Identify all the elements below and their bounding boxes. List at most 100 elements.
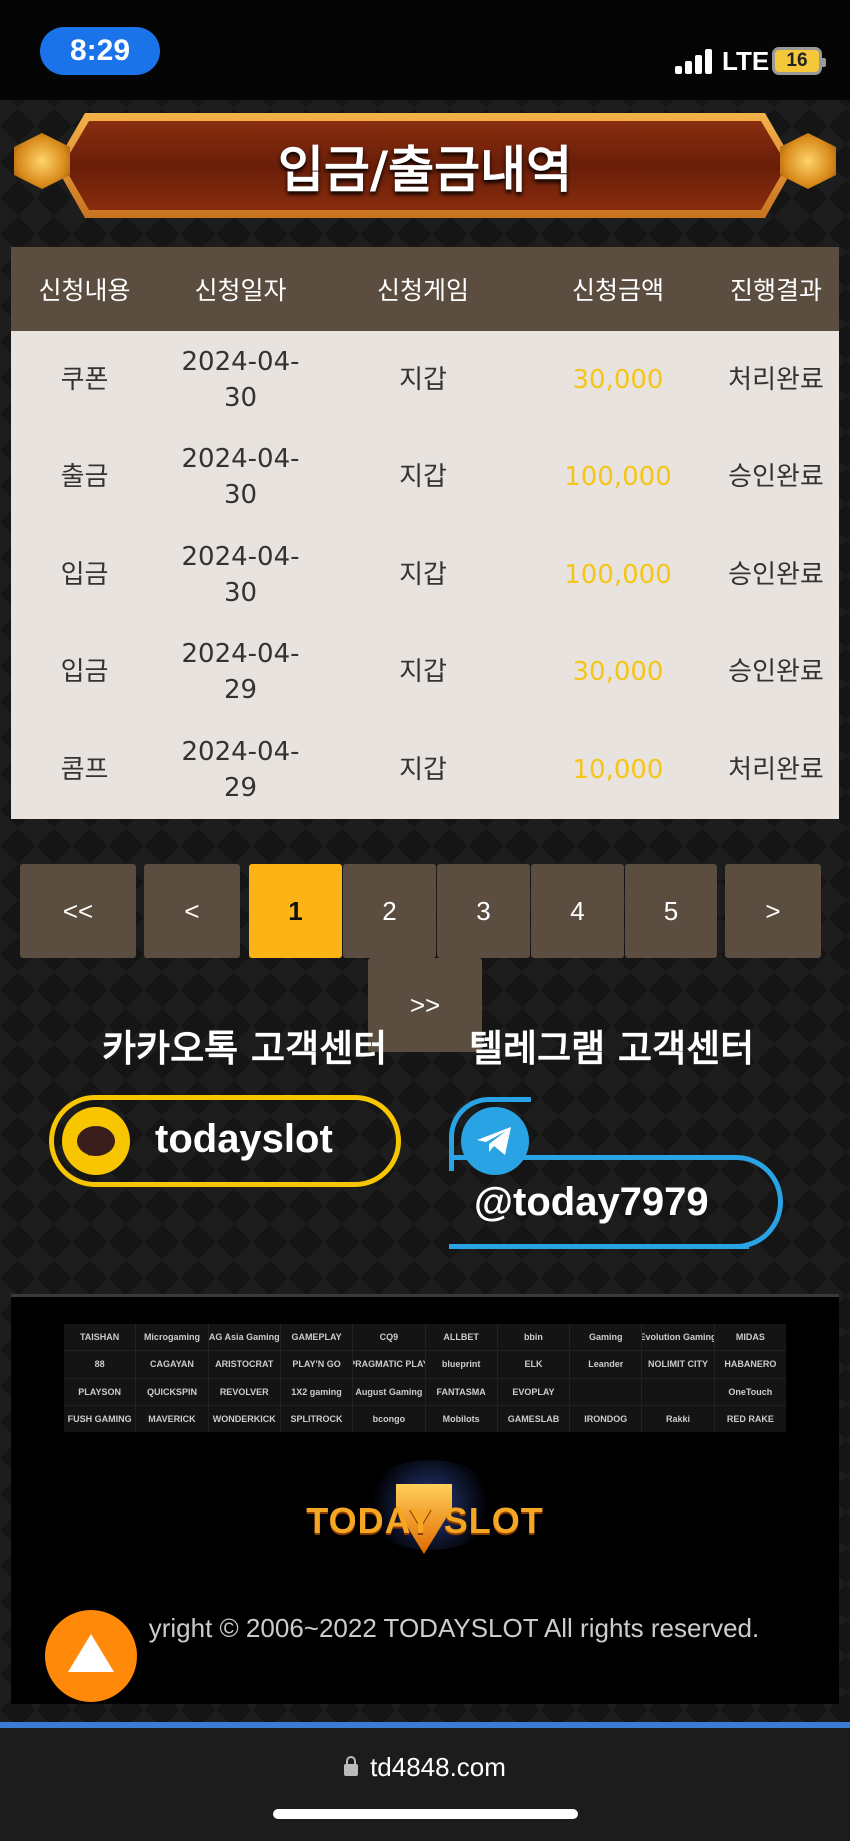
provider-logo: WONDERKICK [208, 1405, 280, 1432]
cell-game: 지갑 [399, 657, 447, 688]
cell-game: 지갑 [399, 754, 447, 785]
header-date: 신청일자 [194, 276, 287, 305]
cell-date: 2024-04- 29 [181, 736, 300, 803]
cell-date: 2024-04- 29 [181, 639, 300, 706]
page-button-2[interactable]: 2 [343, 864, 436, 958]
prev-page-button[interactable]: < [144, 864, 240, 958]
provider-logo: ELK [497, 1351, 570, 1378]
cell-type: 출금 [60, 462, 109, 493]
provider-logo: blueprint [425, 1351, 497, 1378]
provider-logo: EVOPLAY [497, 1378, 570, 1405]
provider-logo: MAVERICK [136, 1405, 208, 1432]
cell-amount: 30,000 [572, 364, 664, 395]
provider-logo: Gaming [570, 1324, 642, 1351]
provider-logo: Leander [570, 1351, 642, 1378]
telegram-button-border [449, 1244, 749, 1249]
provider-logo: IRONDOG [570, 1405, 642, 1432]
arrow-up-icon [68, 1634, 114, 1672]
page-button-1[interactable]: 1 [249, 864, 342, 958]
lock-icon [344, 1756, 359, 1776]
battery-icon: 16 [772, 47, 826, 75]
telegram-center-title: 텔레그램 고객센터 [469, 1027, 755, 1070]
cell-result: 처리완료 [728, 754, 824, 785]
cell-type: 쿠폰 [60, 364, 109, 395]
cell-date: 2024-04- 30 [181, 541, 300, 608]
network-label: LTE [722, 46, 770, 76]
provider-logo: PRAGMATIC PLAY [353, 1351, 425, 1378]
header-type: 신청내용 [38, 276, 131, 305]
cell-result: 승인완료 [728, 657, 824, 688]
cell-game: 지갑 [399, 462, 447, 493]
provider-logo: TAISHAN [64, 1324, 136, 1351]
page-button-4[interactable]: 4 [531, 864, 624, 958]
home-indicator[interactable] [273, 1809, 578, 1819]
cell-type: 입금 [60, 559, 109, 590]
provider-logo [570, 1378, 642, 1405]
page-title: 입금/출금내역 [277, 140, 573, 199]
provider-logo: PLAY'N GO [280, 1351, 353, 1378]
kakao-id[interactable]: todayslot [155, 1117, 333, 1162]
header-game: 신청게임 [376, 276, 469, 305]
provider-logo: REVOLVER [208, 1378, 280, 1405]
table-row: 출금 2024-04- 30 지갑 100,000 승인완료 [11, 429, 839, 527]
provider-logo: Mobilots [425, 1405, 497, 1432]
next-page-button[interactable]: > [725, 864, 821, 958]
provider-logo: Microgaming [136, 1324, 208, 1351]
provider-logos: TAISHAN Microgaming AG Asia Gaming GAMEPLAY… [64, 1324, 786, 1432]
provider-logo: SPLITROCK [280, 1405, 353, 1432]
provider-logo: Evolution Gaming [642, 1324, 714, 1351]
table-row: 콤프 2024-04- 29 지갑 10,000 처리완료 [11, 721, 839, 819]
provider-logo: CQ9 [353, 1324, 425, 1351]
provider-logo: HABANERO [714, 1351, 786, 1378]
cell-result: 처리완료 [728, 364, 824, 395]
status-time: 8:29 [40, 27, 160, 75]
scroll-top-button[interactable] [45, 1610, 137, 1702]
cell-amount: 30,000 [572, 657, 664, 688]
kakao-center-title: 카카오톡 고객센터 [102, 1027, 388, 1070]
page-button-5[interactable]: 5 [625, 864, 717, 958]
provider-logo: Rakki [642, 1405, 714, 1432]
provider-logo: OneTouch [714, 1378, 786, 1405]
provider-logo: QUICKSPIN [136, 1378, 208, 1405]
brand-logo-text: TODAY SLOT [306, 1500, 544, 1541]
header-result: 진행결과 [729, 276, 822, 305]
cell-game: 지갑 [399, 364, 447, 395]
provider-logo: bbin [497, 1324, 570, 1351]
provider-logo [642, 1378, 714, 1405]
provider-logo: bcongo [353, 1405, 425, 1432]
cell-amount: 10,000 [572, 754, 664, 785]
provider-logo: 1X2 gaming [280, 1378, 353, 1405]
cell-amount: 100,000 [564, 462, 672, 493]
provider-logo: ARISTOCRAT [208, 1351, 280, 1378]
address-bar[interactable]: td4848.com [0, 1752, 850, 1783]
table-body: 쿠폰 2024-04- 30 지갑 30,000 처리완료 출금 2024-04… [11, 331, 839, 819]
page-button-3[interactable]: 3 [437, 864, 530, 958]
provider-logo: GAMEPLAY [280, 1324, 353, 1351]
provider-logo: MIDAS [714, 1324, 786, 1351]
provider-logo: CAGAYAN [136, 1351, 208, 1378]
provider-logo: NOLIMIT CITY [642, 1351, 714, 1378]
table-header: 신청내용 신청일자 신청게임 신청금액 진행결과 [11, 247, 839, 331]
cell-result: 승인완료 [728, 559, 824, 590]
provider-logo: ALLBET [425, 1324, 497, 1351]
telegram-plane-icon [461, 1107, 529, 1175]
brand-logo: TODAY SLOT [300, 1460, 550, 1560]
provider-logo: 88 [64, 1351, 136, 1378]
telegram-id[interactable]: @today7979 [474, 1180, 709, 1225]
provider-logo: AG Asia Gaming [208, 1324, 280, 1351]
provider-logo: RED RAKE [714, 1405, 786, 1432]
first-page-button[interactable]: << [20, 864, 136, 958]
cell-result: 승인완료 [728, 462, 824, 493]
provider-logo: FANTASMA [425, 1378, 497, 1405]
cell-amount: 100,000 [564, 559, 672, 590]
table-row: 입금 2024-04- 29 지갑 30,000 승인완료 [11, 624, 839, 722]
provider-logo: PLAYSON [64, 1378, 136, 1405]
cell-type: 입금 [60, 657, 109, 688]
url-text: td4848.com [370, 1752, 506, 1782]
history-table: 신청내용 신청일자 신청게임 신청금액 진행결과 쿠폰 2024-04- 30 … [11, 247, 839, 819]
table-row: 입금 2024-04- 30 지갑 100,000 승인완료 [11, 526, 839, 624]
cell-game: 지갑 [399, 559, 447, 590]
status-bar: 8:29 LTE 16 [0, 0, 850, 100]
provider-logo: FUSH GAMING [64, 1405, 136, 1432]
provider-logo: August Gaming [353, 1378, 425, 1405]
